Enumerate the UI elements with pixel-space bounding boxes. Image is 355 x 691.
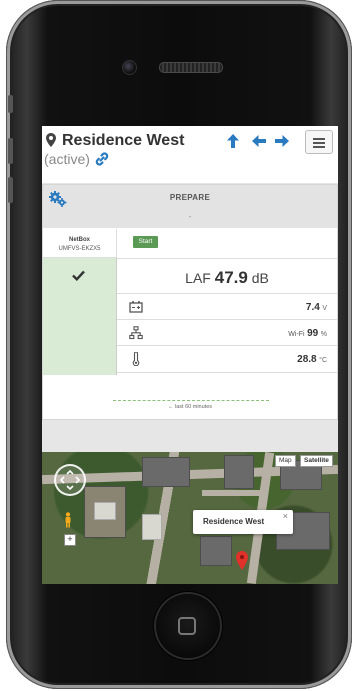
temperature-unit: °C bbox=[319, 357, 327, 364]
temperature-value: 28.8 bbox=[297, 354, 317, 365]
map-info-window: Residence West × bbox=[193, 510, 293, 534]
device-id: UMFVS-EKZX5 bbox=[58, 246, 101, 252]
close-icon[interactable]: × bbox=[283, 511, 288, 521]
phone-frame: Residence West (active) PREPARE - NetBox… bbox=[6, 0, 352, 689]
network-value: 99 bbox=[307, 328, 319, 339]
info-window-title: Residence West bbox=[203, 517, 265, 526]
map[interactable]: Map Satellite + Residence West × bbox=[42, 452, 338, 584]
battery-icon bbox=[129, 301, 143, 313]
arrow-right-icon[interactable] bbox=[274, 133, 290, 149]
pan-control[interactable] bbox=[54, 464, 86, 496]
page-title: Residence West bbox=[62, 132, 185, 149]
status-text: (active) bbox=[44, 151, 90, 167]
device-info: NetBox UMFVS-EKZX5 bbox=[43, 229, 117, 258]
map-marker-icon[interactable] bbox=[236, 551, 248, 570]
earpiece-speaker bbox=[159, 62, 223, 73]
network-icon bbox=[129, 326, 143, 340]
checkmark-icon bbox=[72, 270, 85, 281]
satellite-type-button[interactable]: Satellite bbox=[300, 455, 333, 467]
temperature-row: 28.8 °C bbox=[117, 345, 337, 373]
arrow-left-icon[interactable] bbox=[251, 133, 267, 149]
prepare-bar: PREPARE - bbox=[43, 185, 337, 228]
network-reading: Wi-Fi 99 % bbox=[288, 328, 327, 339]
volume-up-button bbox=[8, 138, 13, 164]
prepare-label: PREPARE bbox=[169, 193, 211, 202]
link-icon[interactable] bbox=[94, 151, 110, 167]
network-label: Wi-Fi bbox=[288, 331, 305, 338]
start-button[interactable]: Start bbox=[133, 236, 158, 248]
battery-reading: 7.4 V bbox=[306, 302, 327, 313]
pan-arrows-icon bbox=[59, 469, 81, 491]
device-panel: PREPARE - NetBox UMFVS-EKZX5 Start LAF 4… bbox=[42, 184, 338, 420]
home-square-icon bbox=[178, 617, 196, 635]
map-building bbox=[94, 502, 116, 520]
laf-unit: dB bbox=[251, 270, 269, 286]
laf-row: LAF 47.9 dB bbox=[117, 258, 337, 293]
mute-switch bbox=[8, 95, 13, 113]
map-building bbox=[224, 455, 254, 489]
map-road bbox=[202, 490, 262, 496]
volume-down-button bbox=[8, 177, 13, 203]
device-name: NetBox bbox=[68, 237, 90, 243]
battery-value: 7.4 bbox=[305, 302, 320, 313]
screen: Residence West (active) PREPARE - NetBox… bbox=[42, 126, 338, 584]
map-building bbox=[142, 457, 190, 487]
thermometer-icon bbox=[132, 352, 140, 366]
laf-label: LAF bbox=[185, 270, 211, 286]
front-camera bbox=[122, 60, 137, 75]
prepare-value: - bbox=[188, 212, 192, 221]
battery-unit: V bbox=[322, 305, 327, 312]
menu-line bbox=[313, 142, 325, 144]
network-row: Wi-Fi 99 % bbox=[117, 319, 337, 346]
hamburger-menu-icon bbox=[313, 138, 325, 140]
page-header: Residence West (active) bbox=[42, 126, 338, 183]
menu-button[interactable] bbox=[305, 130, 333, 154]
laf-reading: LAF 47.9 dB bbox=[117, 268, 337, 288]
arrow-up-icon[interactable] bbox=[225, 133, 241, 149]
map-building bbox=[142, 514, 162, 540]
trend-line bbox=[113, 400, 269, 401]
pegman-icon[interactable] bbox=[63, 512, 73, 528]
laf-value: 47.9 bbox=[214, 268, 248, 287]
menu-line bbox=[313, 146, 325, 148]
battery-row: 7.4 V bbox=[117, 293, 337, 320]
temperature-reading: 28.8 °C bbox=[297, 354, 327, 365]
map-type-button[interactable]: Map bbox=[275, 455, 296, 467]
map-building bbox=[200, 536, 232, 566]
trend-label: ← last 60 minutes bbox=[167, 404, 213, 410]
zoom-in-button[interactable]: + bbox=[64, 534, 76, 546]
network-unit: % bbox=[320, 331, 327, 338]
map-pin-icon bbox=[46, 133, 56, 147]
